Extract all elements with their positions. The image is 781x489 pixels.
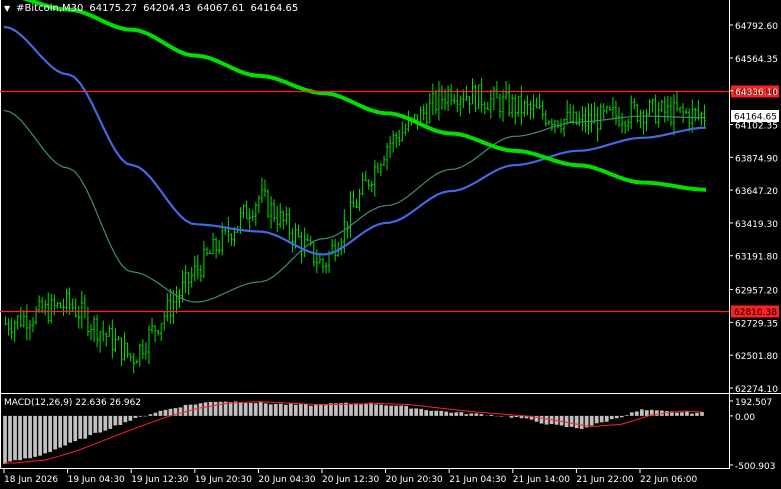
macd-signal-line xyxy=(5,401,703,464)
horizontal-levels[interactable]: 64334.9062810.38 xyxy=(0,85,779,319)
macd-tick-label: 192.507 xyxy=(735,398,772,408)
price-tick-label: 62501.80 xyxy=(735,352,778,362)
macd-label: MACD(12,26,9) 22.636 26.962 xyxy=(4,398,141,408)
price-tick-label: 64564.35 xyxy=(735,55,778,65)
macd-axis: 192.507 0.00 -500.903 xyxy=(729,398,775,472)
price-tick-label: 62957.20 xyxy=(735,287,778,297)
macd-tick-label: -500.903 xyxy=(735,462,775,472)
close-value: 64164.65 xyxy=(250,3,299,14)
time-tick-label: 20 Jun 04:30 xyxy=(258,475,315,485)
symbol-label: #Bitcoin,M30 xyxy=(16,3,84,14)
time-tick-label: 20 Jun 12:30 xyxy=(322,475,379,485)
time-axis: 18 Jun 2026 19 Jun 04:30 19 Jun 12:30 19 Ju… xyxy=(3,469,697,485)
price-tick-label: 63647.20 xyxy=(735,187,778,197)
price-tick-label: 63874.90 xyxy=(735,154,778,164)
current-price-label: 64164.65 xyxy=(734,113,777,123)
price-tick-label: 63191.80 xyxy=(735,253,778,263)
time-tick-label: 19 Jun 12:30 xyxy=(131,475,188,485)
low-value: 64067.61 xyxy=(196,3,245,14)
time-tick-label: 18 Jun 2026 xyxy=(4,475,58,485)
ma-slow-line xyxy=(21,0,707,192)
chart-header: ▼ #Bitcoin,M30 64175.27 64204.43 64067.6… xyxy=(4,3,298,14)
macd-panel: MACD(12,26,9) 22.636 26.962 xyxy=(3,398,704,464)
price-tick-label: 62729.35 xyxy=(735,319,778,329)
price-tick-label: 62274.10 xyxy=(735,385,778,395)
price-candles xyxy=(4,77,706,374)
moving-averages xyxy=(3,0,707,303)
time-tick-label: 19 Jun 04:30 xyxy=(68,475,125,485)
macd-tick-label: 0.00 xyxy=(735,413,755,423)
level-label: 62810.38 xyxy=(734,308,777,318)
trading-chart[interactable]: 64334.9062810.38 64792.60 64564.35 64336.1… xyxy=(0,0,781,489)
ma-mid-line xyxy=(3,25,707,256)
time-tick-label: 21 Jun 04:30 xyxy=(449,475,506,485)
time-tick-label: 20 Jun 20:30 xyxy=(386,475,443,485)
high-value: 64204.43 xyxy=(143,3,191,14)
price-tick-label: 64792.60 xyxy=(735,22,778,32)
price-tick-label: 63419.30 xyxy=(735,220,778,230)
dropdown-triangle-icon[interactable]: ▼ xyxy=(4,4,10,13)
time-tick-label: 21 Jun 22:00 xyxy=(576,475,633,485)
price-tick-label: 64102.35 xyxy=(735,121,778,131)
time-tick-label: 22 Jun 06:00 xyxy=(640,475,697,485)
open-value: 64175.27 xyxy=(89,3,138,14)
time-tick-label: 19 Jun 20:30 xyxy=(195,475,252,485)
time-tick-label: 21 Jun 14:00 xyxy=(513,475,570,485)
price-axis: 64792.60 64564.35 64336.10 64102.35 63874.90… xyxy=(729,22,779,395)
price-tick-label: 64336.10 xyxy=(735,88,778,98)
